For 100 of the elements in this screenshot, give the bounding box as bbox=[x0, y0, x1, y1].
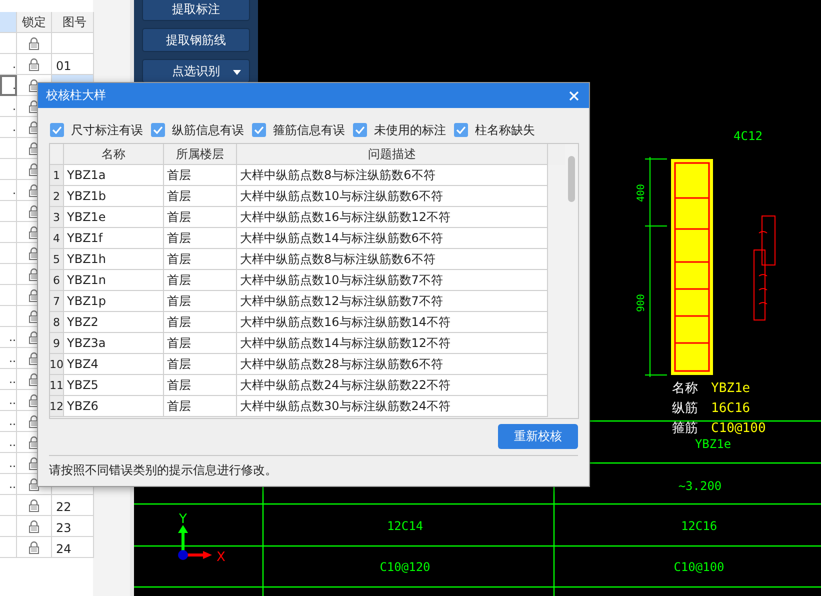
legend-label: 箍筋 bbox=[672, 421, 698, 436]
checkbox[interactable] bbox=[353, 123, 367, 137]
tool-button[interactable]: 点选识别 bbox=[142, 59, 250, 83]
axis-label: X bbox=[216, 550, 226, 565]
table-cell: 大样中纵筋点数28与标注纵筋数6不符 bbox=[237, 354, 548, 375]
table-cell: 首层 bbox=[164, 375, 237, 396]
table-cell: YBZ4 bbox=[64, 354, 164, 375]
table-cell: 首层 bbox=[164, 228, 237, 249]
table-cell: YBZ1e bbox=[64, 207, 164, 228]
checkbox-label: 尺寸标注有误 bbox=[71, 122, 143, 138]
row-number: 4 bbox=[50, 228, 64, 249]
dimension-label: 900 bbox=[636, 294, 647, 312]
checkbox-label: 箍筋信息有误 bbox=[273, 122, 345, 138]
drawing-label: C10@100 bbox=[674, 560, 724, 574]
table-cell: 首层 bbox=[164, 270, 237, 291]
table-cell: YBZ1p bbox=[64, 291, 164, 312]
table-cell: 大样中纵筋点数16与标注纵筋数14不符 bbox=[237, 312, 548, 333]
table-cell: 大样中纵筋点数8与标注纵筋数6不符 bbox=[237, 165, 548, 186]
lock-icon[interactable] bbox=[28, 58, 40, 70]
table-cell: 首层 bbox=[164, 333, 237, 354]
table-cell: 大样中纵筋点数10与标注纵筋数6不符 bbox=[237, 186, 548, 207]
tool-button[interactable]: 提取钢筋线 bbox=[142, 28, 250, 52]
drawing-label: 12C14 bbox=[386, 519, 424, 533]
table-cell: .. bbox=[0, 369, 17, 390]
table-cell: 24 bbox=[52, 537, 94, 558]
table-cell: . bbox=[0, 75, 17, 96]
checkbox[interactable] bbox=[151, 123, 165, 137]
row-number: 9 bbox=[50, 333, 64, 354]
table-cell: .. bbox=[0, 411, 17, 432]
table-cell: .. bbox=[0, 327, 17, 348]
checkbox[interactable] bbox=[252, 123, 266, 137]
table-cell: .. bbox=[0, 348, 17, 369]
checkbox-label: 纵筋信息有误 bbox=[172, 122, 244, 138]
table-cell: YBZ1f bbox=[64, 228, 164, 249]
legend-value: C10@100 bbox=[711, 421, 766, 436]
row-number: 8 bbox=[50, 312, 64, 333]
column-header[interactable]: 图号 bbox=[52, 12, 94, 33]
row-number: 2 bbox=[50, 186, 64, 207]
column-header[interactable]: 名称 bbox=[64, 144, 164, 165]
table-cell: YBZ3a bbox=[64, 333, 164, 354]
table-cell: . bbox=[0, 96, 17, 117]
table-cell: 大样中纵筋点数14与标注纵筋数12不符 bbox=[237, 333, 548, 354]
column-header[interactable]: 所属楼层 bbox=[164, 144, 237, 165]
column-header[interactable]: 问题描述 bbox=[237, 144, 548, 165]
legend-value: YBZ1e bbox=[711, 381, 750, 396]
row-number: 12 bbox=[50, 396, 64, 417]
row-number: 6 bbox=[50, 270, 64, 291]
table-cell: YBZ1n bbox=[64, 270, 164, 291]
table-cell: .. bbox=[0, 474, 17, 495]
tool-button[interactable]: 提取标注 bbox=[142, 0, 250, 21]
lock-icon[interactable] bbox=[28, 540, 40, 554]
row-number: 1 bbox=[50, 165, 64, 186]
scrollbar-thumb[interactable] bbox=[568, 156, 575, 202]
close-icon[interactable] bbox=[569, 90, 579, 100]
caret-icon[interactable] bbox=[233, 70, 241, 75]
lock-icon[interactable] bbox=[28, 520, 40, 532]
table-cell: YBZ1b bbox=[64, 186, 164, 207]
table-cell: 首层 bbox=[164, 207, 237, 228]
table-cell: 大样中纵筋点数10与标注纵筋数7不符 bbox=[237, 270, 548, 291]
lock-icon[interactable] bbox=[28, 498, 40, 512]
column-header[interactable]: 锁定 bbox=[17, 12, 52, 33]
drawing-label: 12C16 bbox=[680, 519, 718, 533]
table-cell: YBZ2 bbox=[64, 312, 164, 333]
legend-value: 16C16 bbox=[711, 401, 750, 416]
dialog-title: 校核柱大样 bbox=[46, 87, 106, 104]
checkbox-label: 未使用的标注 bbox=[374, 122, 446, 138]
checkbox[interactable] bbox=[454, 123, 468, 137]
table-cell: 首层 bbox=[164, 396, 237, 417]
drawing-label: ~3.200 bbox=[678, 479, 722, 493]
drawing-label: C10@120 bbox=[380, 560, 430, 574]
row-number: 5 bbox=[50, 249, 64, 270]
row-number: 11 bbox=[50, 375, 64, 396]
table-cell: 大样中纵筋点数24与标注纵筋数22不符 bbox=[237, 375, 548, 396]
table-cell: 首层 bbox=[164, 165, 237, 186]
table-cell: YBZ1h bbox=[64, 249, 164, 270]
dimension-label: 400 bbox=[636, 184, 647, 202]
table-cell: . bbox=[0, 180, 17, 201]
table-cell: .. bbox=[0, 453, 17, 474]
table-cell: 23 bbox=[52, 516, 94, 537]
recheck-button[interactable]: 重新校核 bbox=[498, 424, 578, 449]
axis-label: Y bbox=[179, 512, 187, 527]
table-cell: 大样中纵筋点数12与标注纵筋数7不符 bbox=[237, 291, 548, 312]
table-cell: YBZ6 bbox=[64, 396, 164, 417]
header-cell bbox=[0, 12, 17, 33]
rebar-label: 4C12 bbox=[734, 129, 762, 143]
table-cell: 首层 bbox=[164, 354, 237, 375]
legend-label: 名称 bbox=[672, 381, 698, 396]
lock-icon[interactable] bbox=[28, 36, 40, 50]
table-cell: 首层 bbox=[164, 186, 237, 207]
checkbox[interactable] bbox=[50, 123, 64, 137]
hint-text: 请按照不同错误类别的提示信息进行修改。 bbox=[49, 455, 578, 479]
table-cell: . bbox=[0, 117, 17, 138]
table-cell: 大样中纵筋点数16与标注纵筋数12不符 bbox=[237, 207, 548, 228]
table-cell: 大样中纵筋点数8与标注纵筋数6不符 bbox=[237, 249, 548, 270]
table-cell: . bbox=[0, 54, 17, 75]
row-number: 7 bbox=[50, 291, 64, 312]
row-number: 3 bbox=[50, 207, 64, 228]
table-cell: 大样中纵筋点数14与标注纵筋数6不符 bbox=[237, 228, 548, 249]
table-cell: YBZ5 bbox=[64, 375, 164, 396]
row-number: 10 bbox=[50, 354, 64, 375]
